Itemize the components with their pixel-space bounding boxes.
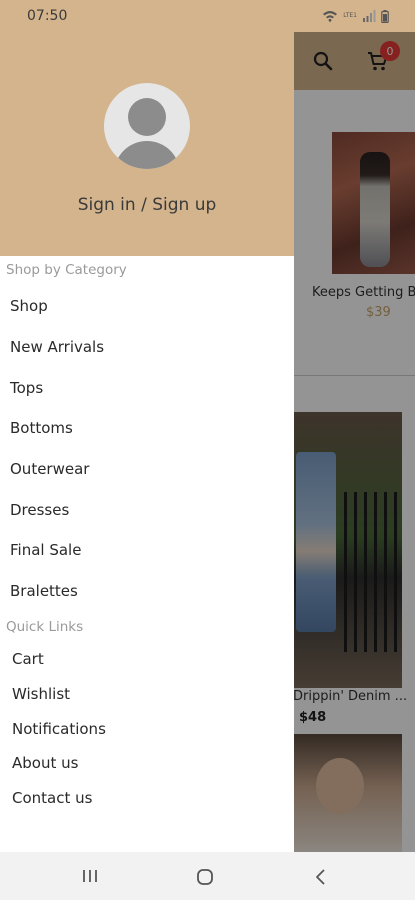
category-shop[interactable]: Shop xyxy=(0,287,294,325)
network-label: LTE1 xyxy=(343,12,357,19)
quick-link-wishlist[interactable]: Wishlist xyxy=(0,677,294,710)
navigation-drawer: Sign in / Sign up Shop by Category Shop … xyxy=(0,32,294,852)
signal-icon xyxy=(362,10,376,22)
drawer-header: Sign in / Sign up xyxy=(0,32,294,256)
home-icon[interactable] xyxy=(196,868,214,886)
avatar-icon[interactable] xyxy=(104,83,190,169)
category-dresses[interactable]: Dresses xyxy=(0,491,294,529)
quick-link-notifications[interactable]: Notifications xyxy=(0,712,294,745)
category-bottoms[interactable]: Bottoms xyxy=(0,409,294,447)
category-outerwear[interactable]: Outerwear xyxy=(0,450,294,488)
battery-icon xyxy=(381,9,389,23)
signin-link[interactable]: Sign in / Sign up xyxy=(0,195,294,215)
category-bralettes[interactable]: Bralettes xyxy=(0,572,294,610)
back-icon[interactable] xyxy=(313,868,329,886)
status-icons: LTE1 xyxy=(322,9,389,23)
category-final-sale[interactable]: Final Sale xyxy=(0,531,294,569)
quick-link-about-us[interactable]: About us xyxy=(0,746,294,779)
system-nav-bar xyxy=(0,852,415,900)
shop-category-heading: Shop by Category xyxy=(6,262,127,278)
avatar-body xyxy=(114,141,180,169)
status-bar: 07:50 LTE1 xyxy=(0,0,415,32)
quick-link-contact-us[interactable]: Contact us xyxy=(0,781,294,814)
recent-apps-icon[interactable] xyxy=(80,868,100,884)
quick-links-heading: Quick Links xyxy=(6,619,84,635)
status-time: 07:50 xyxy=(27,8,68,24)
quick-link-cart[interactable]: Cart xyxy=(0,642,294,675)
category-tops[interactable]: Tops xyxy=(0,369,294,407)
avatar-head xyxy=(128,98,166,136)
category-new-arrivals[interactable]: New Arrivals xyxy=(0,328,294,366)
wifi-icon xyxy=(322,10,338,22)
